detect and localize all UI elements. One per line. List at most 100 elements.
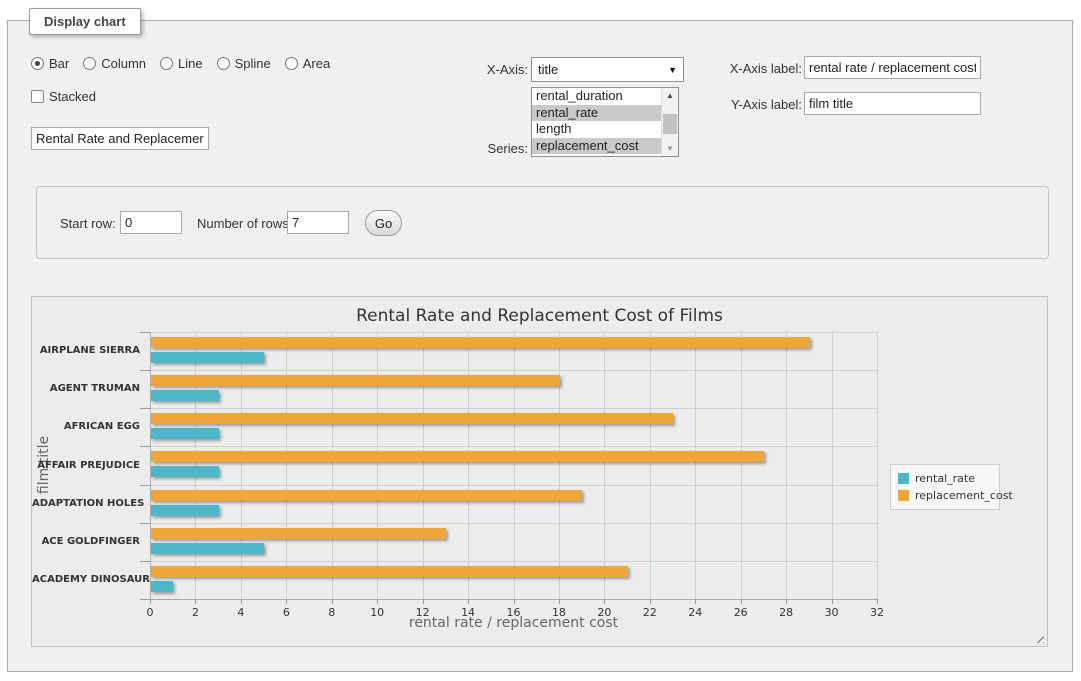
bar-rental-rate[interactable] — [151, 390, 219, 401]
gridline-v — [695, 332, 696, 599]
bar-replacement-cost[interactable] — [151, 413, 673, 424]
radio-column-icon[interactable] — [83, 57, 96, 70]
resize-grip-icon[interactable] — [1033, 632, 1044, 643]
scroll-down-icon[interactable]: ▼ — [662, 141, 678, 156]
radio-line-icon[interactable] — [160, 57, 173, 70]
bar-rental-rate[interactable] — [151, 543, 264, 554]
legend-item-rental-rate[interactable]: rental_rate — [898, 470, 992, 487]
radio-line[interactable]: Line — [160, 56, 203, 71]
gridline-v — [741, 332, 742, 599]
gridline-v — [377, 332, 378, 599]
radio-spline-label: Spline — [235, 56, 271, 71]
bar-replacement-cost[interactable] — [151, 451, 764, 462]
bar-rental-rate[interactable] — [151, 352, 264, 363]
rental-rate-swatch-icon — [898, 473, 909, 484]
listbox-scrollbar[interactable]: ▲ ▼ — [661, 88, 678, 156]
start-row-label: Start row: — [60, 216, 116, 231]
gridline-h — [150, 523, 877, 524]
fieldset-legend: Display chart — [29, 8, 141, 35]
x-axis-select-label: X-Axis: — [468, 62, 528, 77]
chart-legend: rental_rate replacement_cost — [890, 464, 1000, 510]
radio-line-label: Line — [178, 56, 203, 71]
bar-rental-rate[interactable] — [151, 505, 219, 516]
gridline-h — [150, 370, 877, 371]
gridline-v — [650, 332, 651, 599]
y-tick — [140, 599, 150, 600]
bar-rental-rate[interactable] — [151, 466, 219, 477]
display-chart-screen: Display chart Bar Column Line Spline Are… — [0, 0, 1081, 681]
y-axis-label-label: Y-Axis label: — [724, 97, 802, 112]
series-listbox-label: Series: — [456, 141, 528, 156]
bar-rental-rate[interactable] — [151, 581, 173, 592]
y-tick — [140, 523, 150, 524]
radio-spline[interactable]: Spline — [217, 56, 271, 71]
y-tick — [140, 561, 150, 562]
gridline-h — [150, 446, 877, 447]
category-label: ACE GOLDFINGER — [32, 536, 150, 547]
legend-label-replacement-cost: replacement_cost — [915, 489, 1013, 502]
series-option-length[interactable]: length — [532, 121, 661, 138]
radio-column-label: Column — [101, 56, 146, 71]
go-button[interactable]: Go — [365, 210, 402, 236]
radio-bar-icon[interactable] — [31, 57, 44, 70]
stacked-checkbox[interactable] — [31, 90, 44, 103]
category-label: AFFAIR PREJUDICE — [32, 460, 150, 471]
gridline-v — [332, 332, 333, 599]
gridline-v — [832, 332, 833, 599]
x-axis-label-label: X-Axis label: — [724, 61, 802, 76]
bar-replacement-cost[interactable] — [151, 490, 582, 501]
bar-rental-rate[interactable] — [151, 428, 219, 439]
bar-replacement-cost[interactable] — [151, 375, 560, 386]
series-option-replacement-cost[interactable]: replacement_cost — [532, 138, 661, 155]
radio-column[interactable]: Column — [83, 56, 146, 71]
y-tick — [140, 408, 150, 409]
radio-spline-icon[interactable] — [217, 57, 230, 70]
gridline-h — [150, 408, 877, 409]
gridline-v — [786, 332, 787, 599]
chart-title-input[interactable] — [31, 127, 209, 150]
rows-panel: Start row: Number of rows: Go — [36, 186, 1049, 259]
y-tick — [140, 446, 150, 447]
chart-title: Rental Rate and Replacement Cost of Film… — [32, 306, 1047, 326]
x-axis-label-input[interactable] — [804, 56, 981, 79]
start-row-input[interactable] — [120, 211, 182, 234]
stacked-label: Stacked — [49, 89, 96, 104]
series-listbox[interactable]: rental_duration rental_rate length repla… — [531, 87, 679, 157]
series-options: rental_duration rental_rate length repla… — [532, 88, 661, 156]
gridline-v — [423, 332, 424, 599]
series-option-rental-duration[interactable]: rental_duration — [532, 88, 661, 105]
bar-replacement-cost[interactable] — [151, 528, 446, 539]
scrollbar-thumb[interactable] — [663, 114, 677, 134]
gridline-h — [150, 485, 877, 486]
legend-item-replacement-cost[interactable]: replacement_cost — [898, 487, 992, 504]
radio-area-icon[interactable] — [285, 57, 298, 70]
category-label: ADAPTATION HOLES — [32, 498, 150, 509]
bar-replacement-cost[interactable] — [151, 337, 810, 348]
x-tick — [877, 599, 878, 604]
category-label: AFRICAN EGG — [32, 421, 150, 432]
gridline-v — [604, 332, 605, 599]
radio-area-label: Area — [303, 56, 330, 71]
num-rows-input[interactable] — [287, 211, 349, 234]
category-label: AIRPLANE SIERRA — [32, 345, 150, 356]
y-axis-label-input[interactable] — [804, 92, 981, 115]
bar-replacement-cost[interactable] — [151, 566, 628, 577]
category-label: ACADEMY DINOSAUR — [32, 574, 150, 585]
scroll-up-icon[interactable]: ▲ — [662, 88, 678, 103]
num-rows-label: Number of rows: — [197, 216, 292, 231]
radio-area[interactable]: Area — [285, 56, 330, 71]
gridline-v — [286, 332, 287, 599]
gridline-v — [514, 332, 515, 599]
y-tick — [140, 332, 150, 333]
x-axis-select[interactable]: title ▼ — [531, 57, 684, 82]
gridline-h — [150, 332, 877, 333]
category-label: AGENT TRUMAN — [32, 383, 150, 394]
chart-type-radio-group: Bar Column Line Spline Area — [31, 56, 330, 71]
radio-bar[interactable]: Bar — [31, 56, 69, 71]
series-option-rental-rate[interactable]: rental_rate — [532, 105, 661, 122]
gridline-v — [468, 332, 469, 599]
x-axis-title: rental rate / replacement cost — [150, 615, 877, 631]
stacked-checkbox-row[interactable]: Stacked — [31, 89, 96, 104]
gridline-v — [559, 332, 560, 599]
radio-bar-label: Bar — [49, 56, 69, 71]
